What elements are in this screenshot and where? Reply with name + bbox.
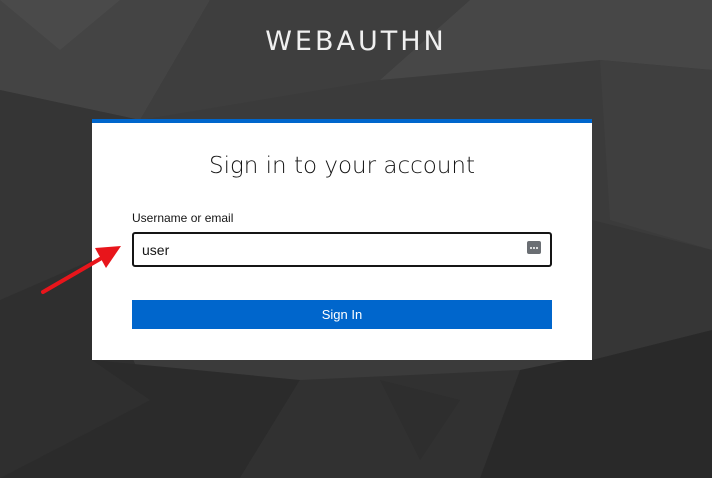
login-card: Sign in to your account Username or emai… [92,119,592,360]
username-input[interactable] [132,232,552,267]
sign-in-button[interactable]: Sign In [132,300,552,329]
username-label: Username or email [132,211,234,225]
password-manager-key-icon[interactable] [527,241,541,254]
brand-title: WEBAUTHN [265,26,447,57]
login-heading: Sign in to your account [208,153,476,179]
